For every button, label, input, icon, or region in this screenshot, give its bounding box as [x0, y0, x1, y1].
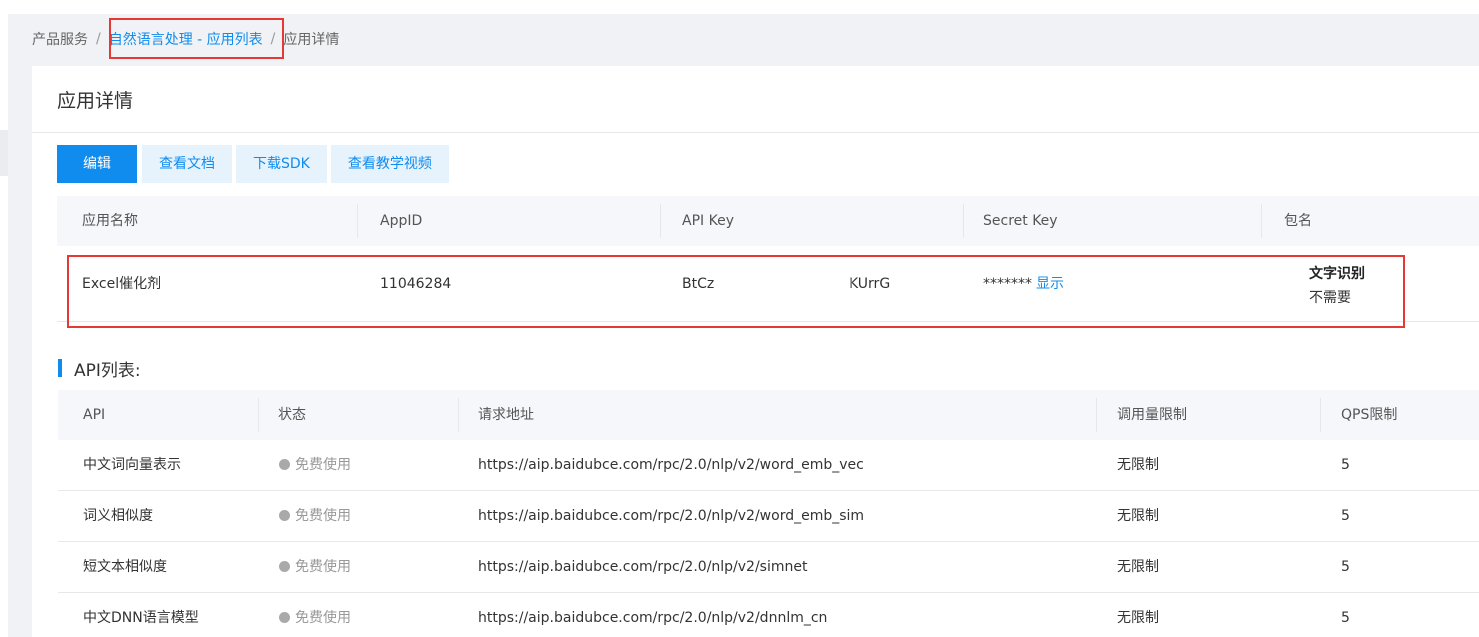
request-url: https://aip.baidubce.com/rpc/2.0/nlp/v2/…	[478, 508, 865, 524]
request-url: https://aip.baidubce.com/rpc/2.0/nlp/v2/…	[478, 457, 864, 473]
api-list-table: API 状态 请求地址 调用量限制 QPS限制 中文词向量表示 免费使用 htt…	[58, 390, 1479, 637]
breadcrumb-separator: /	[96, 31, 101, 47]
header-api: API	[83, 407, 106, 423]
sidebar-active-item[interactable]	[0, 130, 8, 176]
status-dot-icon	[279, 561, 290, 572]
api-list-title: API列表:	[74, 360, 141, 381]
page-title: 应用详情	[57, 90, 134, 112]
column-divider	[458, 398, 459, 432]
breadcrumb-current-app-detail: 应用详情	[283, 32, 340, 48]
status-text: 免费使用	[295, 559, 351, 575]
api-list-heading: API列表:	[58, 357, 141, 381]
header-status: 状态	[278, 407, 306, 423]
column-divider	[660, 204, 661, 238]
column-divider	[357, 204, 358, 238]
breadcrumb-highlight-box	[109, 18, 284, 59]
action-toolbar: 编辑 查看文档 下载SDK 查看教学视频	[57, 145, 453, 183]
status-badge: 免费使用	[279, 593, 351, 637]
status-text: 免费使用	[295, 457, 351, 473]
header-api-key: API Key	[682, 213, 734, 229]
api-name: 短文本相似度	[83, 559, 167, 575]
qps-limit: 5	[1341, 610, 1350, 626]
api-name: 中文词向量表示	[83, 457, 181, 473]
qps-limit: 5	[1341, 508, 1350, 524]
api-name: 词义相似度	[83, 508, 153, 524]
breadcrumb-product-services[interactable]: 产品服务	[32, 29, 88, 49]
tutorial-video-button[interactable]: 查看教学视频	[330, 145, 449, 183]
column-divider	[258, 398, 259, 432]
status-text: 免费使用	[295, 508, 351, 524]
view-docs-button[interactable]: 查看文档	[142, 145, 232, 183]
api-name: 中文DNN语言模型	[83, 610, 199, 626]
title-divider	[32, 132, 1479, 133]
table-row: 词义相似度 免费使用 https://aip.baidubce.com/rpc/…	[58, 491, 1479, 542]
table-row: 中文DNN语言模型 免费使用 https://aip.baidubce.com/…	[58, 593, 1479, 637]
table-row: 中文词向量表示 免费使用 https://aip.baidubce.com/rp…	[58, 440, 1479, 491]
column-divider	[963, 204, 964, 238]
left-sidebar	[0, 0, 8, 637]
table-row: 短文本相似度 免费使用 https://aip.baidubce.com/rpc…	[58, 542, 1479, 593]
call-limit: 无限制	[1117, 610, 1159, 626]
column-divider	[1096, 398, 1097, 432]
request-url: https://aip.baidubce.com/rpc/2.0/nlp/v2/…	[478, 559, 808, 575]
status-dot-icon	[279, 510, 290, 521]
header-qps-limit: QPS限制	[1341, 407, 1398, 423]
header-request-url: 请求地址	[478, 407, 534, 423]
column-divider	[1261, 204, 1262, 238]
status-dot-icon	[279, 612, 290, 623]
request-url: https://aip.baidubce.com/rpc/2.0/nlp/v2/…	[478, 610, 828, 626]
edit-button[interactable]: 编辑	[57, 145, 137, 183]
status-dot-icon	[279, 459, 290, 470]
app-table-header: 应用名称 AppID API Key Secret Key 包名	[57, 196, 1479, 246]
call-limit: 无限制	[1117, 457, 1159, 473]
status-badge: 免费使用	[279, 542, 351, 593]
section-accent-bar	[58, 359, 62, 377]
download-sdk-button[interactable]: 下载SDK	[236, 145, 327, 183]
status-text: 免费使用	[295, 610, 351, 626]
header-package-name: 包名	[1284, 213, 1312, 229]
header-call-limit: 调用量限制	[1117, 407, 1187, 423]
call-limit: 无限制	[1117, 508, 1159, 524]
call-limit: 无限制	[1117, 559, 1159, 575]
app-row-highlight-box	[67, 255, 1405, 328]
column-divider	[1320, 398, 1321, 432]
status-badge: 免费使用	[279, 440, 351, 491]
qps-limit: 5	[1341, 457, 1350, 473]
header-app-name: 应用名称	[82, 213, 138, 229]
header-secret-key: Secret Key	[983, 213, 1058, 229]
qps-limit: 5	[1341, 559, 1350, 575]
header-app-id: AppID	[380, 213, 423, 229]
api-table-header: API 状态 请求地址 调用量限制 QPS限制	[58, 390, 1479, 440]
top-bar	[0, 0, 1479, 14]
status-badge: 免费使用	[279, 491, 351, 542]
